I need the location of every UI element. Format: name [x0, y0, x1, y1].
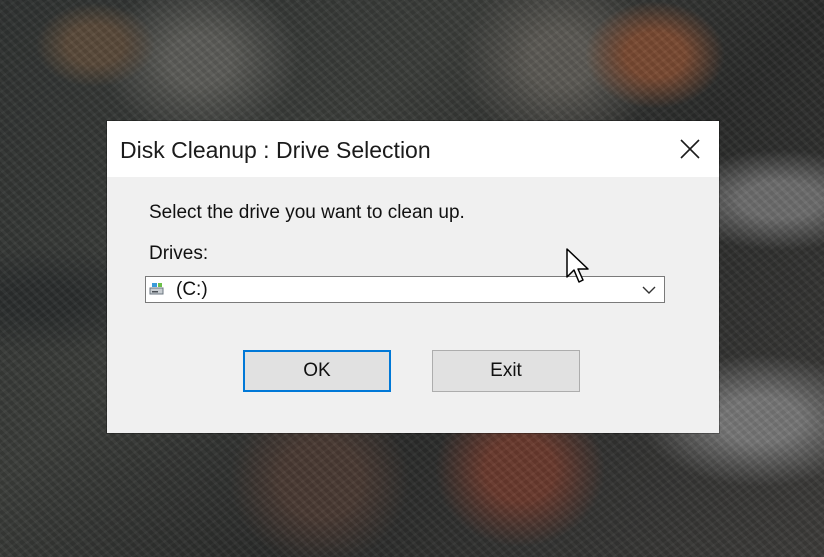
close-icon	[680, 139, 700, 159]
ok-button[interactable]: OK	[243, 350, 391, 392]
instruction-text: Select the drive you want to clean up.	[149, 202, 465, 223]
close-button[interactable]	[661, 121, 719, 177]
exit-button[interactable]: Exit	[432, 350, 580, 392]
title-bar: Disk Cleanup : Drive Selection	[107, 121, 719, 177]
dialog-title: Disk Cleanup : Drive Selection	[120, 137, 431, 163]
mouse-pointer-icon	[566, 248, 589, 283]
chevron-down-icon	[642, 286, 656, 294]
selected-drive-value: (C:)	[176, 278, 208, 300]
hard-drive-icon	[149, 282, 167, 298]
drives-label: Drives:	[149, 243, 209, 264]
disk-cleanup-dialog: Disk Cleanup : Drive Selection Select th…	[107, 121, 719, 433]
